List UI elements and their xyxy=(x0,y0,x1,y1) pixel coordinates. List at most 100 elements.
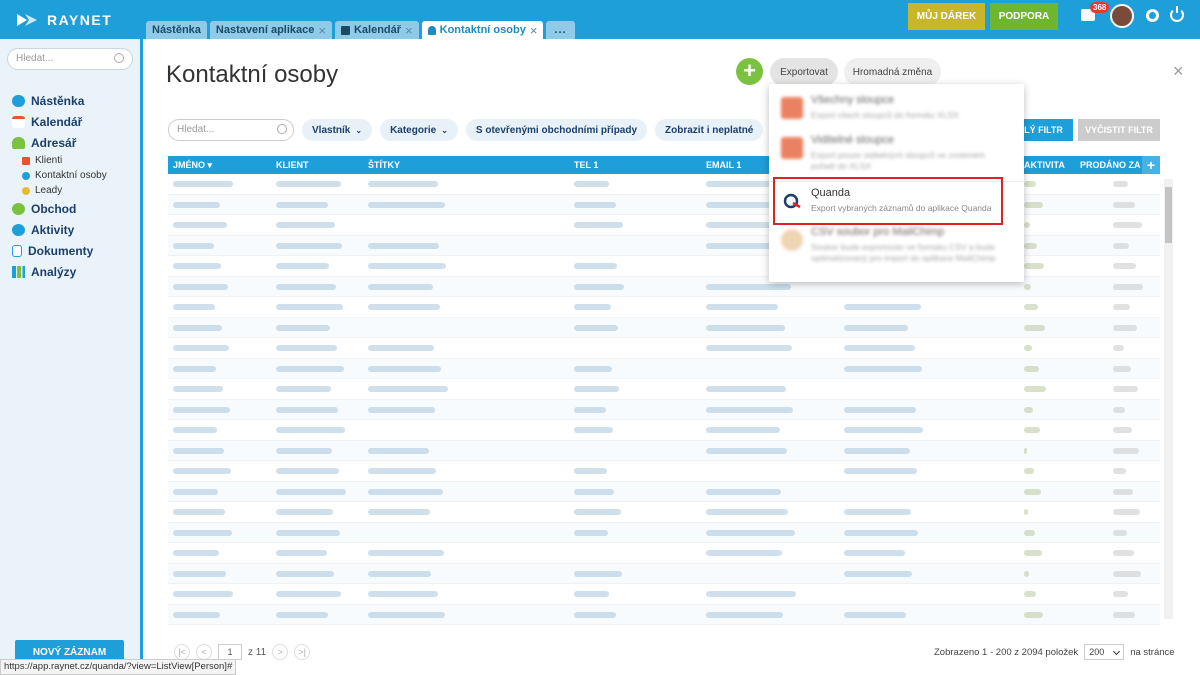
table-cell xyxy=(173,222,227,228)
table-row[interactable] xyxy=(168,481,1160,502)
gift-button[interactable]: MŮJ DÁREK xyxy=(908,3,985,30)
add-button[interactable]: + xyxy=(736,58,763,85)
menu-item-title: Všechny sloupce xyxy=(811,94,895,106)
avatar[interactable] xyxy=(1110,4,1134,28)
table-cell xyxy=(1113,488,1133,495)
column-header-client[interactable]: KLIENT xyxy=(276,160,309,170)
open-deals-filter[interactable]: S otevřenými obchodními případy xyxy=(465,119,648,141)
table-row[interactable] xyxy=(168,358,1160,379)
table-row[interactable] xyxy=(168,399,1160,420)
column-header-email[interactable]: EMAIL 1 xyxy=(706,160,741,170)
owner-filter[interactable]: Vlastník ⌄ xyxy=(302,119,373,141)
table-row[interactable] xyxy=(168,379,1160,400)
table-cell xyxy=(1113,509,1140,515)
show-invalid-filter[interactable]: Zobrazit i neplatné xyxy=(655,119,764,141)
table-cell xyxy=(1024,447,1027,454)
table-cell xyxy=(1113,611,1135,618)
last-page-button[interactable]: >| xyxy=(294,644,311,660)
table-cell xyxy=(844,324,908,331)
sidebar-item-addressbook[interactable]: Adresář xyxy=(12,132,107,153)
filter-label: Kategorie xyxy=(390,124,437,136)
items-summary: Zobrazeno 1 - 200 z 2094 položek xyxy=(934,646,1079,658)
column-header-phone[interactable]: TEL 1 xyxy=(574,160,598,170)
sidebar-item-label: Kalendář xyxy=(31,114,83,129)
table-row[interactable] xyxy=(168,502,1160,523)
table-cell xyxy=(1113,447,1139,454)
table-row[interactable] xyxy=(168,317,1160,338)
sidebar-item-dashboard[interactable]: Nástěnka xyxy=(12,90,107,111)
export-visible-columns-item[interactable]: Viditelné sloupce Export pouze viditelný… xyxy=(781,134,1011,176)
category-filter[interactable]: Kategorie ⌄ xyxy=(380,119,458,141)
table-row[interactable] xyxy=(168,297,1160,318)
tab-calendar[interactable]: Kalendář × xyxy=(334,21,419,39)
close-tab-icon[interactable]: × xyxy=(405,24,413,37)
clear-filter-button[interactable]: VYČISTIT FILTR xyxy=(1078,119,1160,141)
bulk-change-button[interactable]: Hromadná změna xyxy=(844,58,941,86)
table-cell xyxy=(368,509,430,515)
export-all-columns-item[interactable]: Všechny sloupce Export všech sloupců do … xyxy=(781,94,1011,132)
sidebar-subitem-contacts[interactable]: Kontaktní osoby xyxy=(12,168,107,183)
table-row[interactable] xyxy=(168,563,1160,584)
sidebar-search-input[interactable]: Hledat... xyxy=(7,48,133,70)
sidebar-item-activities[interactable]: Aktivity xyxy=(12,219,107,240)
sidebar-subitem-leads[interactable]: Leady xyxy=(12,183,107,198)
table-cell xyxy=(276,283,336,290)
filter-search-input[interactable]: Hledat... xyxy=(168,119,294,141)
table-row[interactable] xyxy=(168,543,1160,564)
gear-icon[interactable] xyxy=(1146,9,1159,22)
status-bar-url: https://app.raynet.cz/quanda/?view=ListV… xyxy=(0,659,236,675)
sidebar-item-sales[interactable]: Obchod xyxy=(12,198,107,219)
tab-dashboard[interactable]: Nástěnka xyxy=(146,21,207,39)
table-cell xyxy=(368,570,431,577)
scrollbar-thumb[interactable] xyxy=(1165,187,1172,243)
table-cell xyxy=(276,242,342,249)
column-header-sold-for[interactable]: PRODÁNO ZA xyxy=(1080,160,1141,170)
table-row[interactable] xyxy=(168,461,1160,482)
table-cell xyxy=(844,509,911,515)
table-scrollbar[interactable] xyxy=(1164,179,1173,619)
table-cell xyxy=(574,324,618,331)
tab-contacts[interactable]: Kontaktní osoby × xyxy=(421,21,544,39)
table-row[interactable] xyxy=(168,338,1160,359)
table-cell xyxy=(173,427,217,433)
sidebar-item-documents[interactable]: Dokumenty xyxy=(12,240,107,261)
table-cell xyxy=(1113,181,1128,187)
table-cell xyxy=(368,345,434,351)
close-icon[interactable]: × xyxy=(1173,61,1184,82)
table-cell xyxy=(574,468,607,474)
page-number-input[interactable]: 1 xyxy=(218,644,242,660)
export-mailchimp-item[interactable]: CSV soubor pro MailChimp Soubor bude exp… xyxy=(781,226,1011,276)
person-icon xyxy=(427,25,436,35)
tab-more-button[interactable]: ... xyxy=(546,21,575,39)
sidebar-subitem-clients[interactable]: Klienti xyxy=(12,153,107,168)
add-column-button[interactable]: + xyxy=(1142,156,1160,174)
sidebar-item-calendar[interactable]: Kalendář xyxy=(12,111,107,132)
column-header-activity[interactable]: AKTIVITA xyxy=(1024,160,1065,170)
table-row[interactable] xyxy=(168,584,1160,605)
table-cell xyxy=(706,345,792,351)
first-page-button[interactable]: |< xyxy=(174,644,190,660)
prev-page-button[interactable]: < xyxy=(196,644,212,660)
next-page-button[interactable]: > xyxy=(272,644,289,660)
table-row[interactable] xyxy=(168,522,1160,543)
table-cell xyxy=(1113,222,1142,228)
close-tab-icon[interactable]: × xyxy=(318,24,326,37)
table-row[interactable] xyxy=(168,440,1160,461)
power-icon[interactable] xyxy=(1170,6,1184,22)
table-row[interactable] xyxy=(168,420,1160,441)
sidebar-item-analytics[interactable]: Analýzy xyxy=(12,261,107,282)
table-cell xyxy=(1024,304,1038,310)
close-tab-icon[interactable]: × xyxy=(530,24,538,37)
support-button[interactable]: PODPORA xyxy=(990,3,1058,30)
table-cell xyxy=(276,611,328,618)
page-title: Kontaktní osoby xyxy=(166,61,339,88)
per-page-select[interactable]: 200 xyxy=(1084,644,1125,660)
tab-app-settings[interactable]: Nastavení aplikace × xyxy=(209,21,332,39)
table-row[interactable] xyxy=(168,604,1160,625)
column-header-name[interactable]: JMÉNO ▾ xyxy=(173,160,212,171)
table-cell xyxy=(574,283,624,290)
export-button[interactable]: Exportovat xyxy=(770,58,838,86)
column-header-tags[interactable]: ŠTÍTKY xyxy=(368,160,400,170)
table-cell xyxy=(173,263,221,269)
raynet-logo[interactable]: RAYNET xyxy=(15,9,112,31)
